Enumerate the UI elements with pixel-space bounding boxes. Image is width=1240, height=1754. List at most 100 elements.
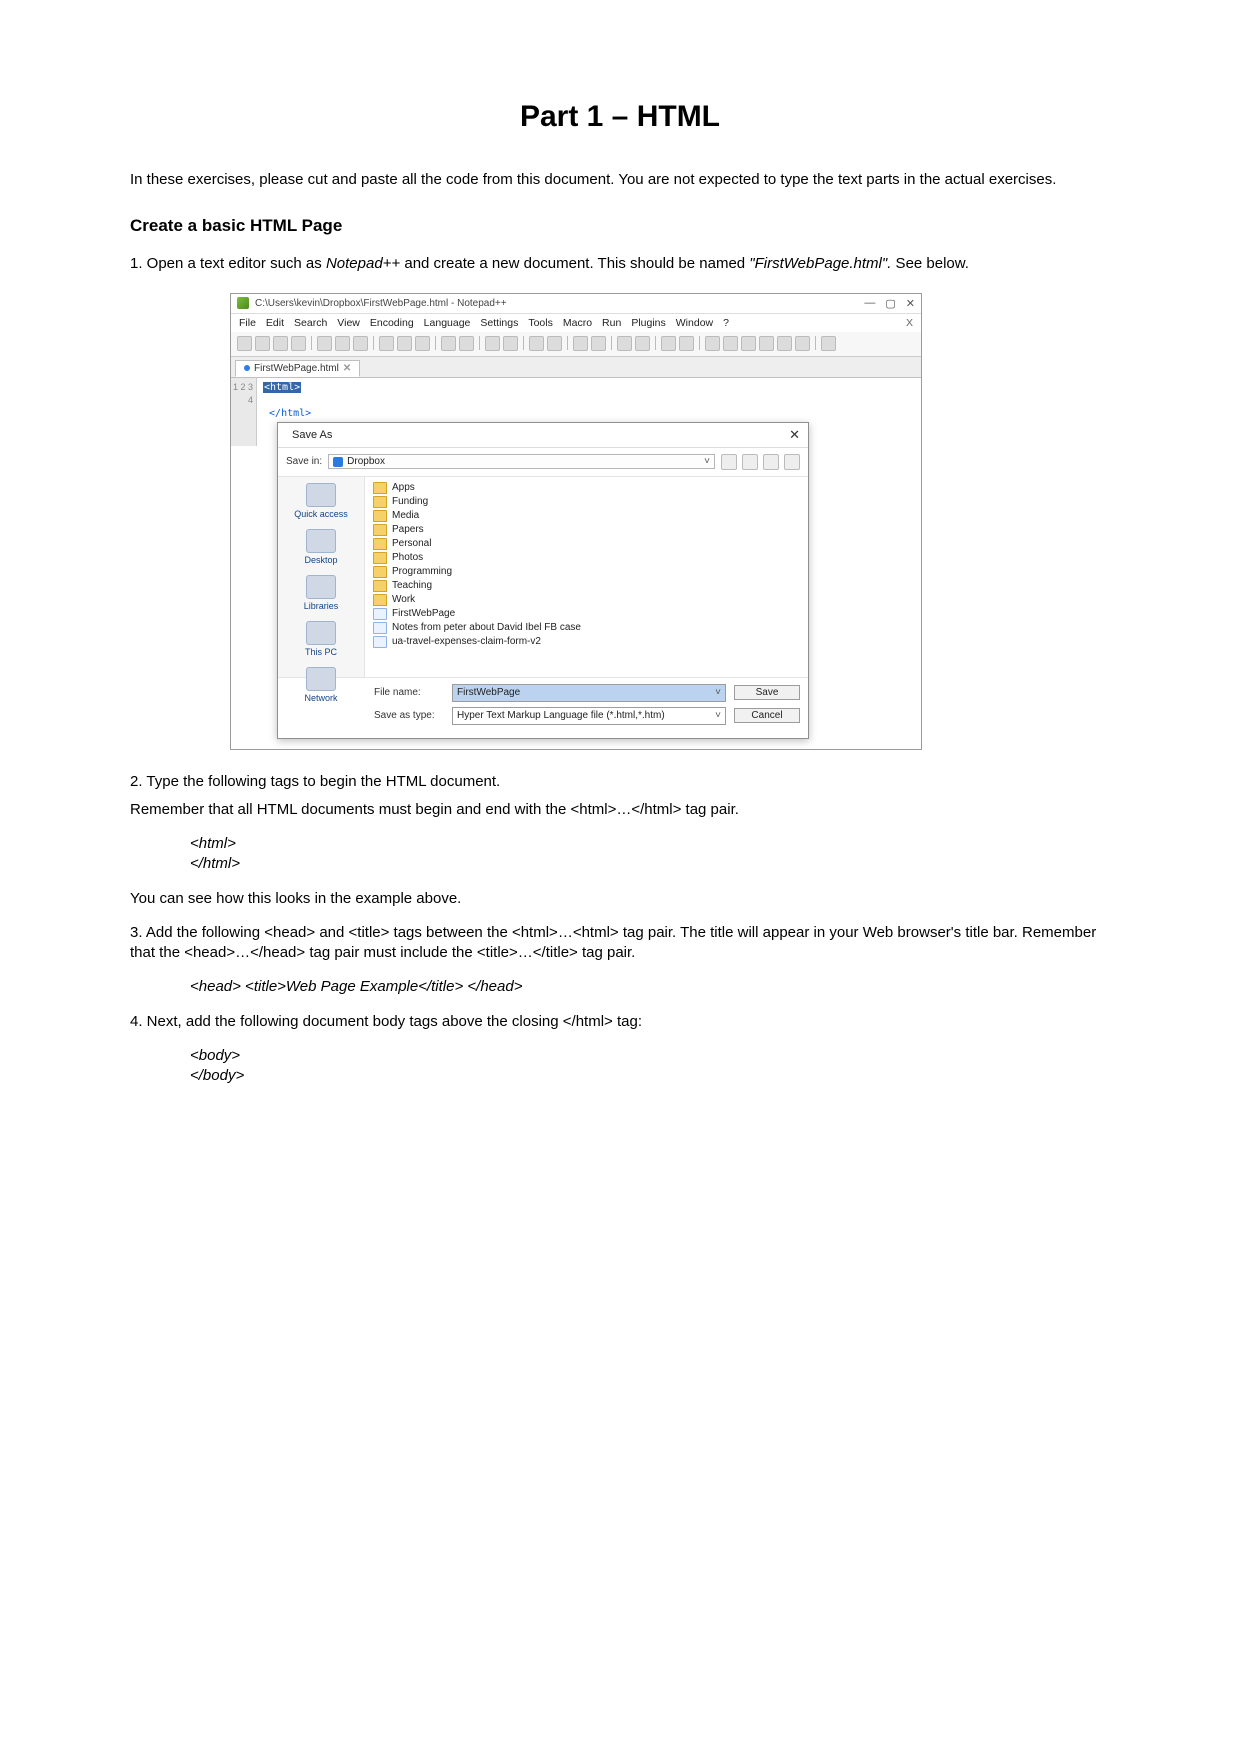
step-1-c: and create a new document. This should b… — [400, 255, 749, 272]
menu-plugins[interactable]: Plugins — [631, 317, 665, 329]
toolbar-closeall-icon[interactable] — [335, 336, 350, 351]
save-button[interactable]: Save — [734, 685, 800, 700]
step-2c: You can see how this looks in the exampl… — [130, 889, 1110, 909]
chevron-down-icon[interactable]: ˅ — [715, 710, 721, 721]
toolbar-doc1-icon[interactable] — [705, 336, 720, 351]
menubar-close-icon[interactable]: X — [906, 317, 913, 329]
menu-view[interactable]: View — [337, 317, 360, 329]
place-libraries[interactable]: Libraries — [278, 575, 364, 611]
list-item[interactable]: Work — [373, 593, 800, 607]
list-item[interactable]: Photos — [373, 551, 800, 565]
menu-macro[interactable]: Macro — [563, 317, 592, 329]
list-item[interactable]: Papers — [373, 523, 800, 537]
list-item[interactable]: Funding — [373, 495, 800, 509]
tab-firstwebpage[interactable]: FirstWebPage.html ✕ — [235, 360, 360, 377]
menu-language[interactable]: Language — [424, 317, 471, 329]
step-2b: Remember that all HTML documents must be… — [130, 800, 1110, 820]
cancel-button[interactable]: Cancel — [734, 708, 800, 723]
saveas-dialog: Save As ✕ Save in: Dropbox ˅ — [277, 422, 809, 739]
list-item[interactable]: Teaching — [373, 579, 800, 593]
save-in-label: Save in: — [286, 456, 322, 467]
toolbar-find-icon[interactable] — [485, 336, 500, 351]
file-name: Apps — [392, 482, 415, 493]
tab-close-icon[interactable]: ✕ — [343, 363, 351, 374]
list-item[interactable]: Personal — [373, 537, 800, 551]
nav-views-icon[interactable] — [784, 454, 800, 470]
toolbar-cut-icon[interactable] — [379, 336, 394, 351]
folder-icon — [373, 482, 387, 494]
menu-window[interactable]: Window — [676, 317, 713, 329]
places-bar: Quick access Desktop Libraries This PC N… — [278, 477, 365, 677]
toolbar-copy-icon[interactable] — [397, 336, 412, 351]
list-item[interactable]: FirstWebPage — [373, 607, 800, 621]
toolbar-close-icon[interactable] — [317, 336, 332, 351]
place-network[interactable]: Network — [278, 667, 364, 703]
filename-value: FirstWebPage — [457, 687, 520, 698]
toolbar-zoomin-icon[interactable] — [529, 336, 544, 351]
list-item[interactable]: Programming — [373, 565, 800, 579]
window-titlebar[interactable]: C:\Users\kevin\Dropbox\FirstWebPage.html… — [231, 294, 921, 314]
toolbar-print-icon[interactable] — [353, 336, 368, 351]
save-in-combo[interactable]: Dropbox ˅ — [328, 454, 715, 469]
toolbar-unfold-icon[interactable] — [679, 336, 694, 351]
list-item[interactable]: Media — [373, 509, 800, 523]
toolbar-new-icon[interactable] — [237, 336, 252, 351]
close-button[interactable]: ✕ — [906, 297, 915, 310]
list-item[interactable]: Apps — [373, 481, 800, 495]
toolbar-save-icon[interactable] — [273, 336, 288, 351]
list-item[interactable]: Notes from peter about David Ibel FB cas… — [373, 621, 800, 635]
chevron-down-icon[interactable]: ˅ — [715, 687, 721, 698]
toolbar-record-icon[interactable] — [821, 336, 836, 351]
place-desktop[interactable]: Desktop — [278, 529, 364, 565]
toolbar-indent-icon[interactable] — [635, 336, 650, 351]
minimize-button[interactable]: — — [864, 297, 875, 310]
window-title-text: C:\Users\kevin\Dropbox\FirstWebPage.html… — [255, 298, 864, 309]
nav-up-icon[interactable] — [742, 454, 758, 470]
toolbar-func-icon[interactable] — [759, 336, 774, 351]
chevron-down-icon[interactable]: ˅ — [704, 456, 710, 467]
toolbar-redo-icon[interactable] — [459, 336, 474, 351]
toolbar-open-icon[interactable] — [255, 336, 270, 351]
menu-edit[interactable]: Edit — [266, 317, 284, 329]
file-name: Funding — [392, 496, 428, 507]
toolbar-doc2-icon[interactable] — [723, 336, 738, 351]
savetype-value: Hyper Text Markup Language file (*.html,… — [457, 710, 665, 721]
list-item[interactable]: ua-travel-expenses-claim-form-v2 — [373, 635, 800, 649]
menu-run[interactable]: Run — [602, 317, 621, 329]
step-2a: 2. Type the following tags to begin the … — [130, 772, 1110, 792]
toolbar-replace-icon[interactable] — [503, 336, 518, 351]
nav-newfolder-icon[interactable] — [763, 454, 779, 470]
menu-encoding[interactable]: Encoding — [370, 317, 414, 329]
filename-input[interactable]: FirstWebPage ˅ — [452, 684, 726, 702]
toolbar-monitor-icon[interactable] — [795, 336, 810, 351]
network-icon — [306, 667, 336, 691]
code-line: <body> — [190, 1046, 1110, 1066]
menu-help[interactable]: ? — [723, 317, 729, 329]
file-list[interactable]: Apps Funding Media Papers Personal Photo… — [365, 477, 808, 677]
toolbar-saveall-icon[interactable] — [291, 336, 306, 351]
toolbar-wrap-icon[interactable] — [591, 336, 606, 351]
saveas-close-button[interactable]: ✕ — [789, 427, 800, 443]
toolbar-undo-icon[interactable] — [441, 336, 456, 351]
savetype-combo[interactable]: Hyper Text Markup Language file (*.html,… — [452, 707, 726, 725]
saveas-titlebar[interactable]: Save As ✕ — [278, 423, 808, 448]
toolbar-sep — [523, 336, 524, 350]
toolbar-doc3-icon[interactable] — [741, 336, 756, 351]
menu-settings[interactable]: Settings — [480, 317, 518, 329]
nav-back-icon[interactable] — [721, 454, 737, 470]
maximize-button[interactable]: ▢ — [885, 297, 895, 310]
saveas-title-text: Save As — [292, 429, 789, 441]
toolbar-sync-icon[interactable] — [573, 336, 588, 351]
menu-tools[interactable]: Tools — [528, 317, 553, 329]
toolbar-zoomout-icon[interactable] — [547, 336, 562, 351]
menu-search[interactable]: Search — [294, 317, 327, 329]
toolbar-fold-icon[interactable] — [661, 336, 676, 351]
place-this-pc[interactable]: This PC — [278, 621, 364, 657]
toolbar-paste-icon[interactable] — [415, 336, 430, 351]
menu-file[interactable]: File — [239, 317, 256, 329]
place-quick-access[interactable]: Quick access — [278, 483, 364, 519]
toolbar-folder-icon[interactable] — [777, 336, 792, 351]
file-name: Programming — [392, 566, 452, 577]
toolbar-allchars-icon[interactable] — [617, 336, 632, 351]
code-block-2: <head> <title>Web Page Example</title> <… — [190, 977, 1110, 997]
